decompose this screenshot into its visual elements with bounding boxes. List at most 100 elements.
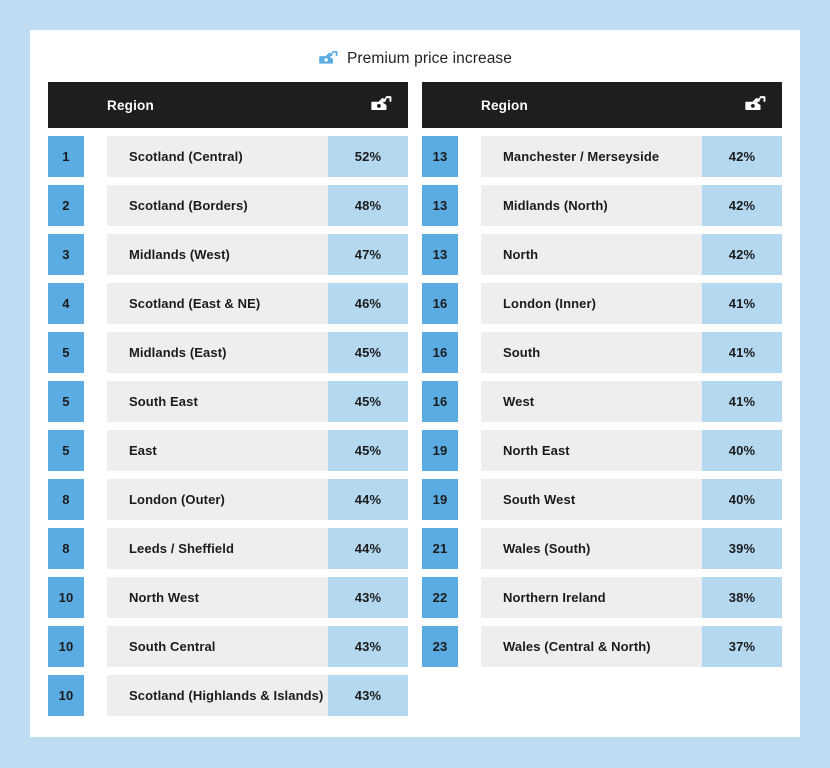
table-right: Region 13 Manchester / Merseyside 42% 13… (422, 82, 782, 716)
region-name: South East (107, 381, 328, 422)
rank-badge: 23 (422, 626, 458, 667)
table-row[interactable]: 16 West 41% (422, 381, 782, 422)
rank-badge: 16 (422, 332, 458, 373)
table-row[interactable]: 16 London (Inner) 41% (422, 283, 782, 324)
percent-value: 38% (702, 577, 782, 618)
table-row[interactable]: 13 Midlands (North) 42% (422, 185, 782, 226)
percent-value: 39% (702, 528, 782, 569)
rank-badge: 5 (48, 430, 84, 471)
region-name: North East (481, 430, 702, 471)
table-row[interactable]: 3 Midlands (West) 47% (48, 234, 408, 275)
rank-badge: 19 (422, 479, 458, 520)
table-row[interactable]: 5 East 45% (48, 430, 408, 471)
table-row[interactable]: 21 Wales (South) 39% (422, 528, 782, 569)
rank-badge: 21 (422, 528, 458, 569)
region-name: East (107, 430, 328, 471)
percent-value: 48% (328, 185, 408, 226)
table-row[interactable]: 19 South West 40% (422, 479, 782, 520)
table-left: Region 1 Scotland (Central) 52% 2 Scotla… (48, 82, 408, 716)
table-row[interactable]: 16 South 41% (422, 332, 782, 373)
table-row[interactable]: 22 Northern Ireland 38% (422, 577, 782, 618)
region-name: North (481, 234, 702, 275)
percent-value: 41% (702, 283, 782, 324)
percent-value: 45% (328, 430, 408, 471)
page-title-text: Premium price increase (346, 50, 512, 67)
region-name: Midlands (West) (107, 234, 328, 275)
percent-value: 43% (328, 626, 408, 667)
region-name: Scotland (Highlands & Islands) (107, 675, 328, 716)
money-bill-trend-up-icon (319, 50, 338, 64)
rank-badge: 22 (422, 577, 458, 618)
region-name: North West (107, 577, 328, 618)
rank-badge: 8 (48, 479, 84, 520)
percent-value: 47% (328, 234, 408, 275)
table-row[interactable]: 10 South Central 43% (48, 626, 408, 667)
table-row[interactable]: 23 Wales (Central & North) 37% (422, 626, 782, 667)
money-bill-trend-up-icon (745, 96, 766, 111)
rank-badge: 10 (48, 675, 84, 716)
rank-badge: 16 (422, 381, 458, 422)
percent-value: 41% (702, 332, 782, 373)
rank-badge: 13 (422, 185, 458, 226)
table-row[interactable]: 19 North East 40% (422, 430, 782, 471)
table-header-right: Region (422, 82, 782, 128)
rank-badge: 3 (48, 234, 84, 275)
table-row[interactable]: 5 Midlands (East) 45% (48, 332, 408, 373)
region-name: South (481, 332, 702, 373)
percent-value: 44% (328, 479, 408, 520)
page-title: Premium price increase (30, 30, 800, 82)
percent-value: 43% (328, 675, 408, 716)
percent-value: 40% (702, 430, 782, 471)
percent-value: 52% (328, 136, 408, 177)
table-header-left: Region (48, 82, 408, 128)
table-row[interactable]: 4 Scotland (East & NE) 46% (48, 283, 408, 324)
table-row[interactable]: 5 South East 45% (48, 381, 408, 422)
region-name: Midlands (North) (481, 185, 702, 226)
percent-value: 42% (702, 136, 782, 177)
table-row[interactable]: 10 Scotland (Highlands & Islands) 43% (48, 675, 408, 716)
percent-value: 43% (328, 577, 408, 618)
region-name: Scotland (Borders) (107, 185, 328, 226)
region-name: Wales (Central & North) (481, 626, 702, 667)
rank-badge: 5 (48, 332, 84, 373)
rank-badge: 16 (422, 283, 458, 324)
column-header-region: Region (481, 97, 528, 113)
table-row[interactable]: 13 North 42% (422, 234, 782, 275)
region-name: Scotland (Central) (107, 136, 328, 177)
table-row[interactable]: 1 Scotland (Central) 52% (48, 136, 408, 177)
table-row[interactable]: 2 Scotland (Borders) 48% (48, 185, 408, 226)
region-name: South West (481, 479, 702, 520)
region-name: Scotland (East & NE) (107, 283, 328, 324)
rank-badge: 5 (48, 381, 84, 422)
region-name: West (481, 381, 702, 422)
rank-badge: 19 (422, 430, 458, 471)
rank-badge: 1 (48, 136, 84, 177)
region-name: Wales (South) (481, 528, 702, 569)
rank-badge: 10 (48, 577, 84, 618)
rank-badge: 10 (48, 626, 84, 667)
money-bill-trend-up-icon (371, 96, 392, 111)
table-row[interactable]: 8 London (Outer) 44% (48, 479, 408, 520)
table-row[interactable]: 10 North West 43% (48, 577, 408, 618)
region-name: Midlands (East) (107, 332, 328, 373)
percent-value: 40% (702, 479, 782, 520)
percent-value: 46% (328, 283, 408, 324)
percent-value: 45% (328, 381, 408, 422)
table-row[interactable]: 13 Manchester / Merseyside 42% (422, 136, 782, 177)
region-name: London (Outer) (107, 479, 328, 520)
rank-badge: 2 (48, 185, 84, 226)
rank-badge: 8 (48, 528, 84, 569)
rank-badge: 13 (422, 234, 458, 275)
region-name: Leeds / Sheffield (107, 528, 328, 569)
percent-value: 45% (328, 332, 408, 373)
region-name: London (Inner) (481, 283, 702, 324)
region-name: Northern Ireland (481, 577, 702, 618)
percent-value: 44% (328, 528, 408, 569)
percent-value: 37% (702, 626, 782, 667)
rank-badge: 13 (422, 136, 458, 177)
region-name: Manchester / Merseyside (481, 136, 702, 177)
region-name: South Central (107, 626, 328, 667)
percent-value: 41% (702, 381, 782, 422)
rank-badge: 4 (48, 283, 84, 324)
table-row[interactable]: 8 Leeds / Sheffield 44% (48, 528, 408, 569)
